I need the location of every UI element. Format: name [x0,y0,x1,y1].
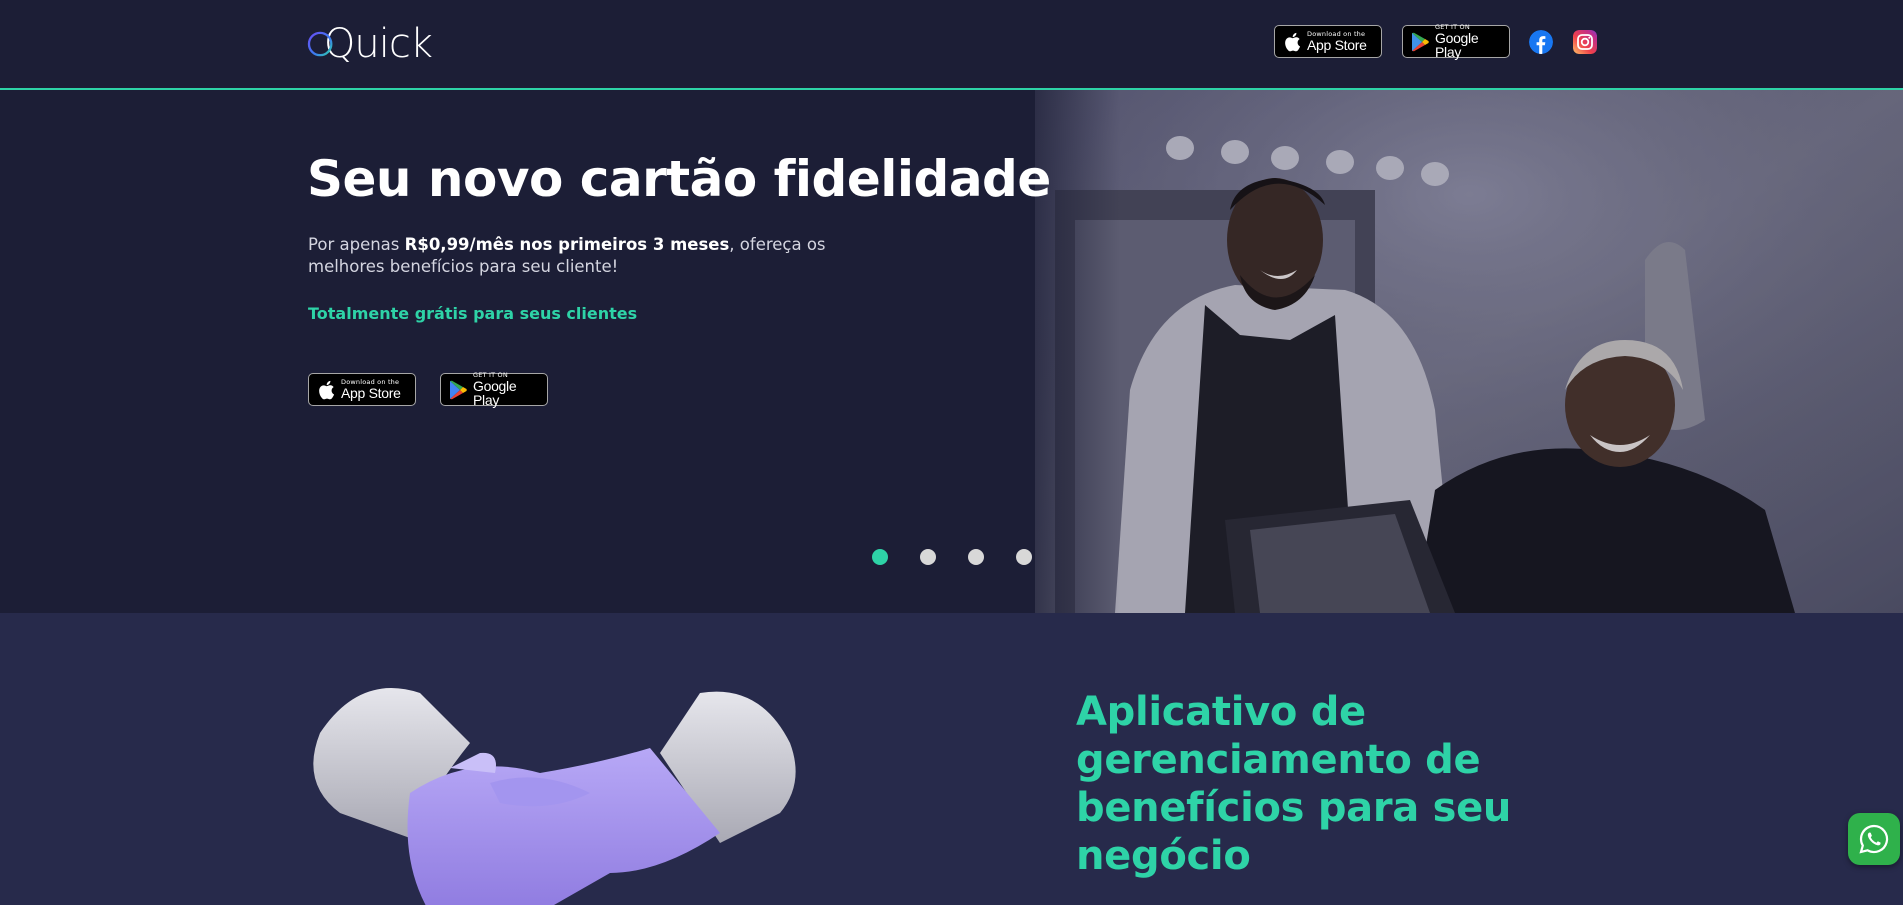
carousel-dots [872,549,1032,565]
hero-title: Seu novo cartão fidelidade [307,150,1051,208]
facebook-icon[interactable] [1529,30,1553,54]
google-play-icon [1412,32,1429,51]
app-store-big-text: App Store [1307,36,1367,53]
hero-app-store-big-text: App Store [341,384,401,401]
hero-app-store-badge[interactable]: Download on the App Store [308,373,416,406]
app-store-badge[interactable]: Download on the App Store [1274,25,1382,58]
hero-google-play-big-text: Google Play [473,377,517,408]
google-play-badge[interactable]: GET IT ON Google Play [1402,24,1510,60]
logo-text: Quick [323,21,433,67]
hero-desc-prefix: Por apenas [308,235,405,254]
site-header: Quick Download on the App Store GET IT O… [0,0,1903,90]
hero-description: Por apenas R$0,99/mês nos primeiros 3 me… [308,234,848,278]
benefits-title: Aplicativo de gerenciamento de benefício… [1076,689,1512,879]
whatsapp-button[interactable] [1848,813,1900,865]
hero-google-play-badge[interactable]: GET IT ON Google Play [440,372,548,408]
hero-free-text: Totalmente grátis para seus clientes [308,304,638,323]
carousel-dot-2[interactable] [920,549,936,565]
carousel-dot-3[interactable] [968,549,984,565]
quick-logo[interactable]: Quick [307,18,433,70]
logo-q-icon [307,31,333,57]
carousel-dot-4[interactable] [1016,549,1032,565]
apple-icon [1285,32,1301,51]
hero-carousel: Seu novo cartão fidelidade Por apenas R$… [0,90,1903,613]
handshake-illustration [313,688,796,905]
google-play-icon [450,380,467,399]
hero-barber-photo [1035,90,1903,613]
benefits-section: Aplicativo de gerenciamento de benefício… [0,613,1903,905]
google-play-big-text: Google Play [1435,29,1479,60]
hero-desc-price: R$0,99/mês nos primeiros 3 meses [404,235,730,254]
instagram-icon[interactable] [1573,30,1597,54]
whatsapp-icon [1859,824,1889,854]
carousel-dot-1[interactable] [872,549,888,565]
apple-icon [319,380,335,399]
